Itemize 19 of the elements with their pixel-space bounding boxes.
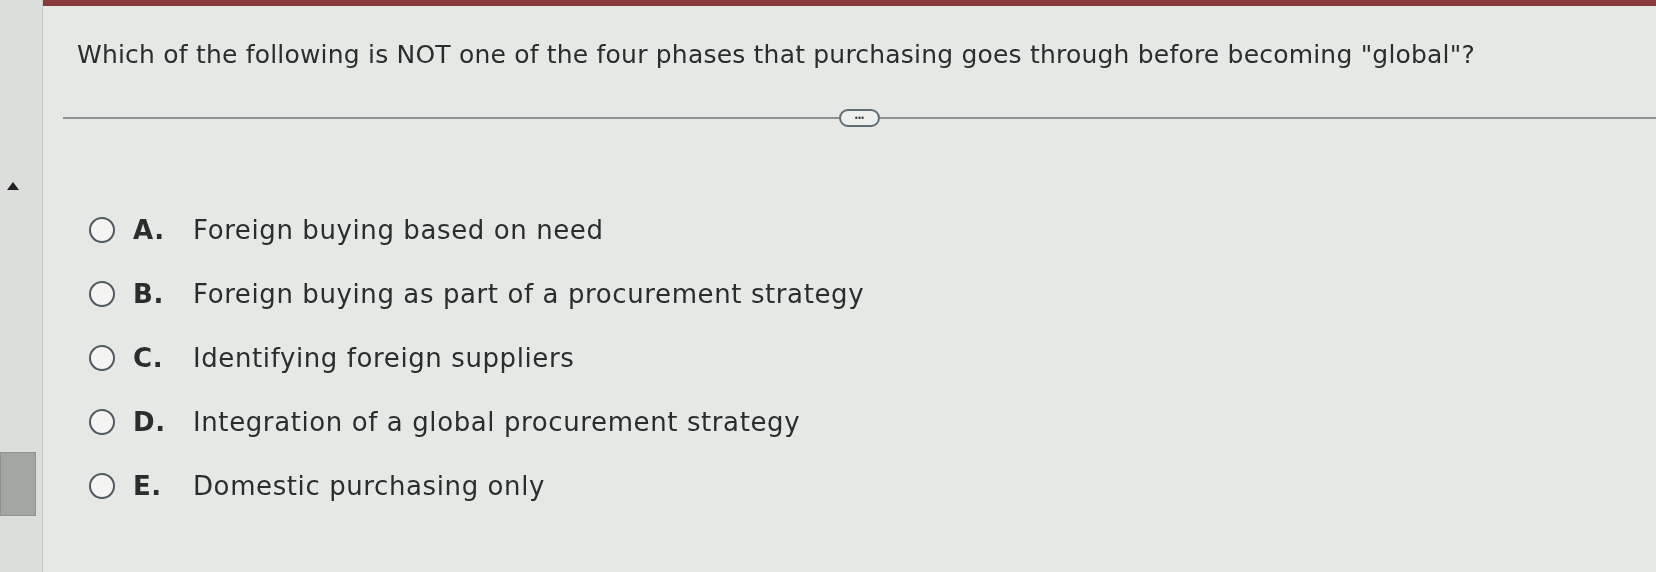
option-text: Foreign buying as part of a procurement strategy: [193, 279, 865, 309]
radio-button[interactable]: [89, 217, 115, 243]
option-letter: C.: [133, 343, 165, 373]
expand-button[interactable]: •••: [838, 109, 881, 127]
option-letter: E.: [133, 471, 163, 501]
option-letter: A.: [133, 215, 166, 245]
radio-button[interactable]: [89, 409, 115, 435]
scrollbar-thumb[interactable]: [0, 452, 36, 516]
option-text: Domestic purchasing only: [193, 471, 545, 501]
radio-button[interactable]: [89, 281, 115, 307]
question-text: Which of the following is NOT one of the four phases that purchasing goes through before becoming "global"?: [76, 39, 1476, 69]
option-letter: D.: [133, 407, 167, 437]
radio-button[interactable]: [89, 473, 115, 499]
option-text: Foreign buying based on need: [193, 215, 604, 245]
option-text: Integration of a global procurement strategy: [193, 407, 801, 437]
option-letter: B.: [133, 279, 165, 309]
option-text: Identifying foreign suppliers: [193, 343, 575, 373]
radio-button[interactable]: [89, 345, 115, 371]
scroll-up-icon[interactable]: [7, 182, 19, 190]
